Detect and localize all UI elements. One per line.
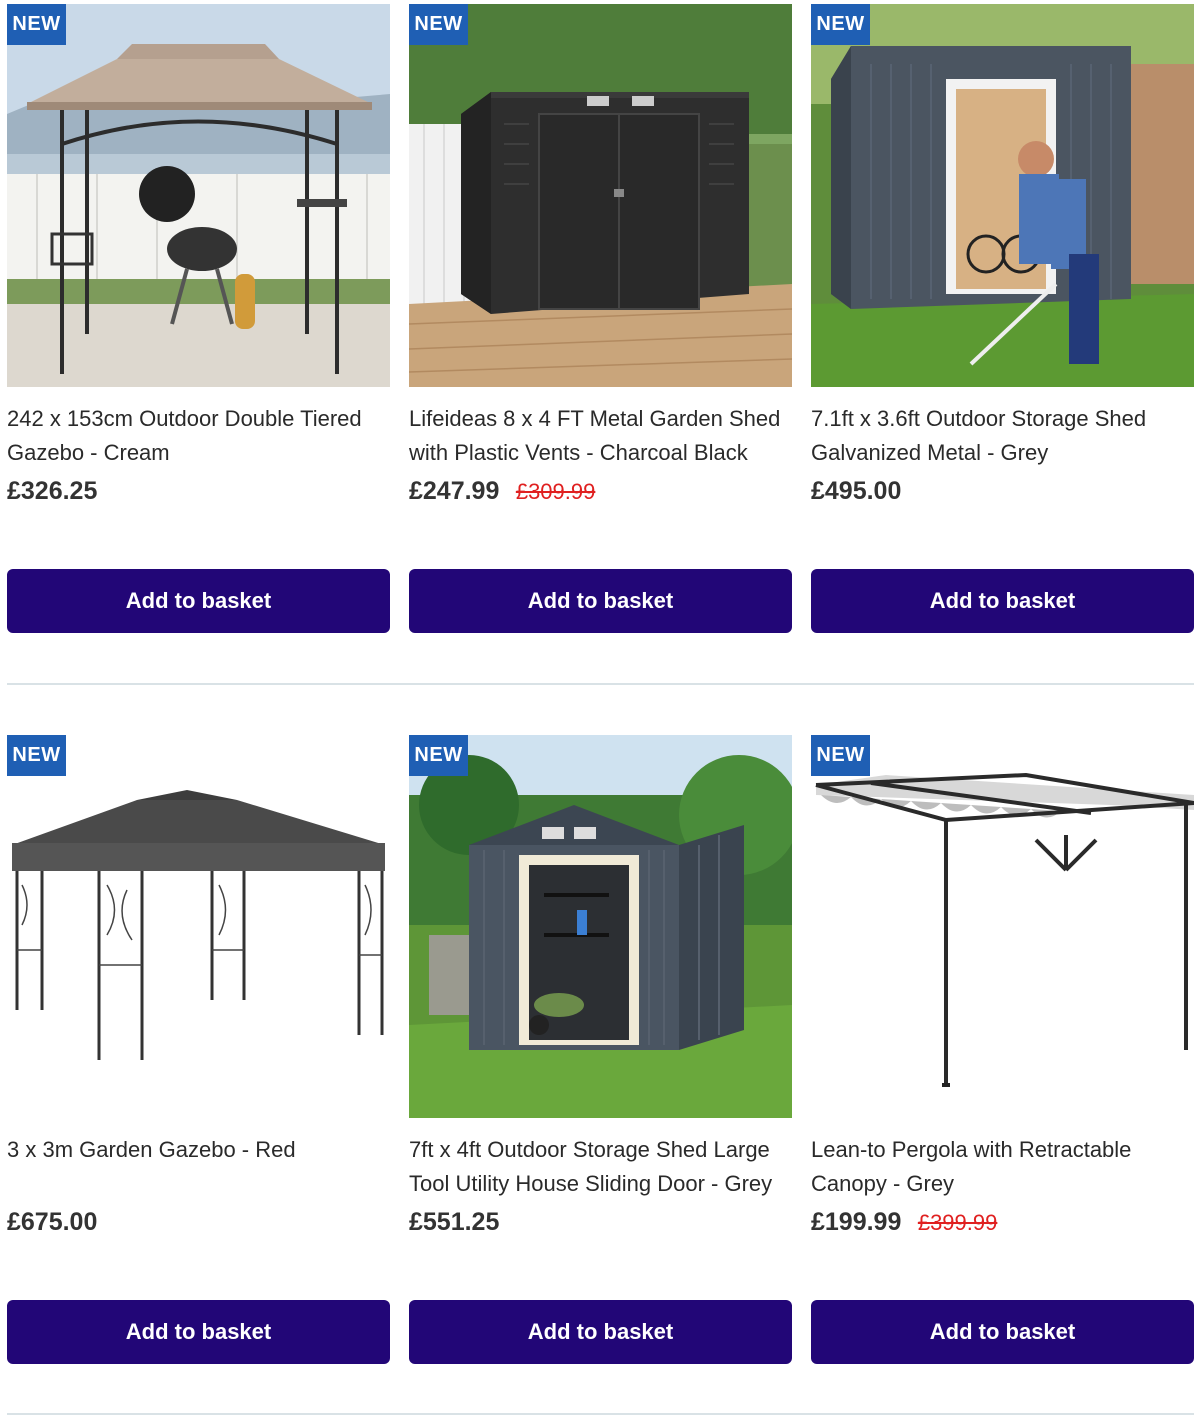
product-row-1: NEW 242 x 153cm Outdoor Double Tiered Ga…	[7, 4, 1194, 664]
product-card[interactable]: NEW 7.1ft x 3.6ft Outdoor Storage Shed G…	[811, 4, 1194, 644]
price-line: £247.99 £309.99	[409, 477, 595, 513]
product-price: £495.00	[811, 477, 902, 505]
product-image-shed-grey[interactable]: NEW	[811, 4, 1194, 387]
product-title[interactable]: Lean-to Pergola with Retractable Canopy …	[811, 1133, 1194, 1201]
add-to-basket-button[interactable]: Add to basket	[7, 569, 390, 633]
product-card[interactable]: NEW Lifeideas 8 x 4 FT Metal Garden Shed…	[409, 4, 792, 644]
add-to-basket-button[interactable]: Add to basket	[811, 1300, 1194, 1364]
add-to-basket-button[interactable]: Add to basket	[409, 569, 792, 633]
was-price: £309.99	[515, 478, 596, 504]
row-divider	[7, 683, 1194, 685]
new-badge: NEW	[409, 735, 468, 776]
add-to-basket-button[interactable]: Add to basket	[409, 1300, 792, 1364]
row-divider	[7, 1413, 1194, 1415]
add-to-basket-button[interactable]: Add to basket	[7, 1300, 390, 1364]
price-line: £675.00	[7, 1208, 97, 1244]
price-line: £326.25	[7, 477, 97, 513]
product-image-shed-charcoal[interactable]: NEW	[409, 4, 792, 387]
add-to-basket-button[interactable]: Add to basket	[811, 569, 1194, 633]
product-price: £247.99	[409, 477, 500, 505]
product-image-shed-sliding-door[interactable]: NEW	[409, 735, 792, 1118]
product-title[interactable]: 3 x 3m Garden Gazebo - Red	[7, 1133, 390, 1167]
product-row-2: NEW 3 x 3m Garden Gazebo - Red £675.00 A…	[7, 735, 1194, 1395]
product-image-gazebo-3x3[interactable]: NEW	[7, 735, 390, 1118]
product-card[interactable]: NEW 7ft x 4ft Outdoor Storage Shed Large…	[409, 735, 792, 1375]
product-title[interactable]: Lifeideas 8 x 4 FT Metal Garden Shed wit…	[409, 402, 792, 470]
product-price: £199.99	[811, 1208, 902, 1236]
new-badge: NEW	[409, 4, 468, 45]
price-line: £551.25	[409, 1208, 499, 1244]
product-title[interactable]: 242 x 153cm Outdoor Double Tiered Gazebo…	[7, 402, 390, 470]
product-card[interactable]: NEW 3 x 3m Garden Gazebo - Red £675.00 A…	[7, 735, 390, 1375]
product-image-pergola[interactable]: NEW	[811, 735, 1194, 1118]
price-line: £495.00	[811, 477, 901, 513]
new-badge: NEW	[811, 735, 870, 776]
new-badge: NEW	[7, 4, 66, 45]
product-image-gazebo-cream[interactable]: NEW	[7, 4, 390, 387]
product-title[interactable]: 7ft x 4ft Outdoor Storage Shed Large Too…	[409, 1133, 792, 1201]
product-price: £326.25	[7, 477, 98, 505]
new-badge: NEW	[7, 735, 66, 776]
product-price: £675.00	[7, 1208, 98, 1236]
new-badge: NEW	[811, 4, 870, 45]
product-card[interactable]: NEW Lean-to Pergola with Retractable Can…	[811, 735, 1194, 1375]
product-card[interactable]: NEW 242 x 153cm Outdoor Double Tiered Ga…	[7, 4, 390, 644]
product-price: £551.25	[409, 1208, 500, 1236]
was-price: £399.99	[917, 1209, 998, 1235]
product-title[interactable]: 7.1ft x 3.6ft Outdoor Storage Shed Galva…	[811, 402, 1194, 470]
price-line: £199.99 £399.99	[811, 1208, 997, 1244]
